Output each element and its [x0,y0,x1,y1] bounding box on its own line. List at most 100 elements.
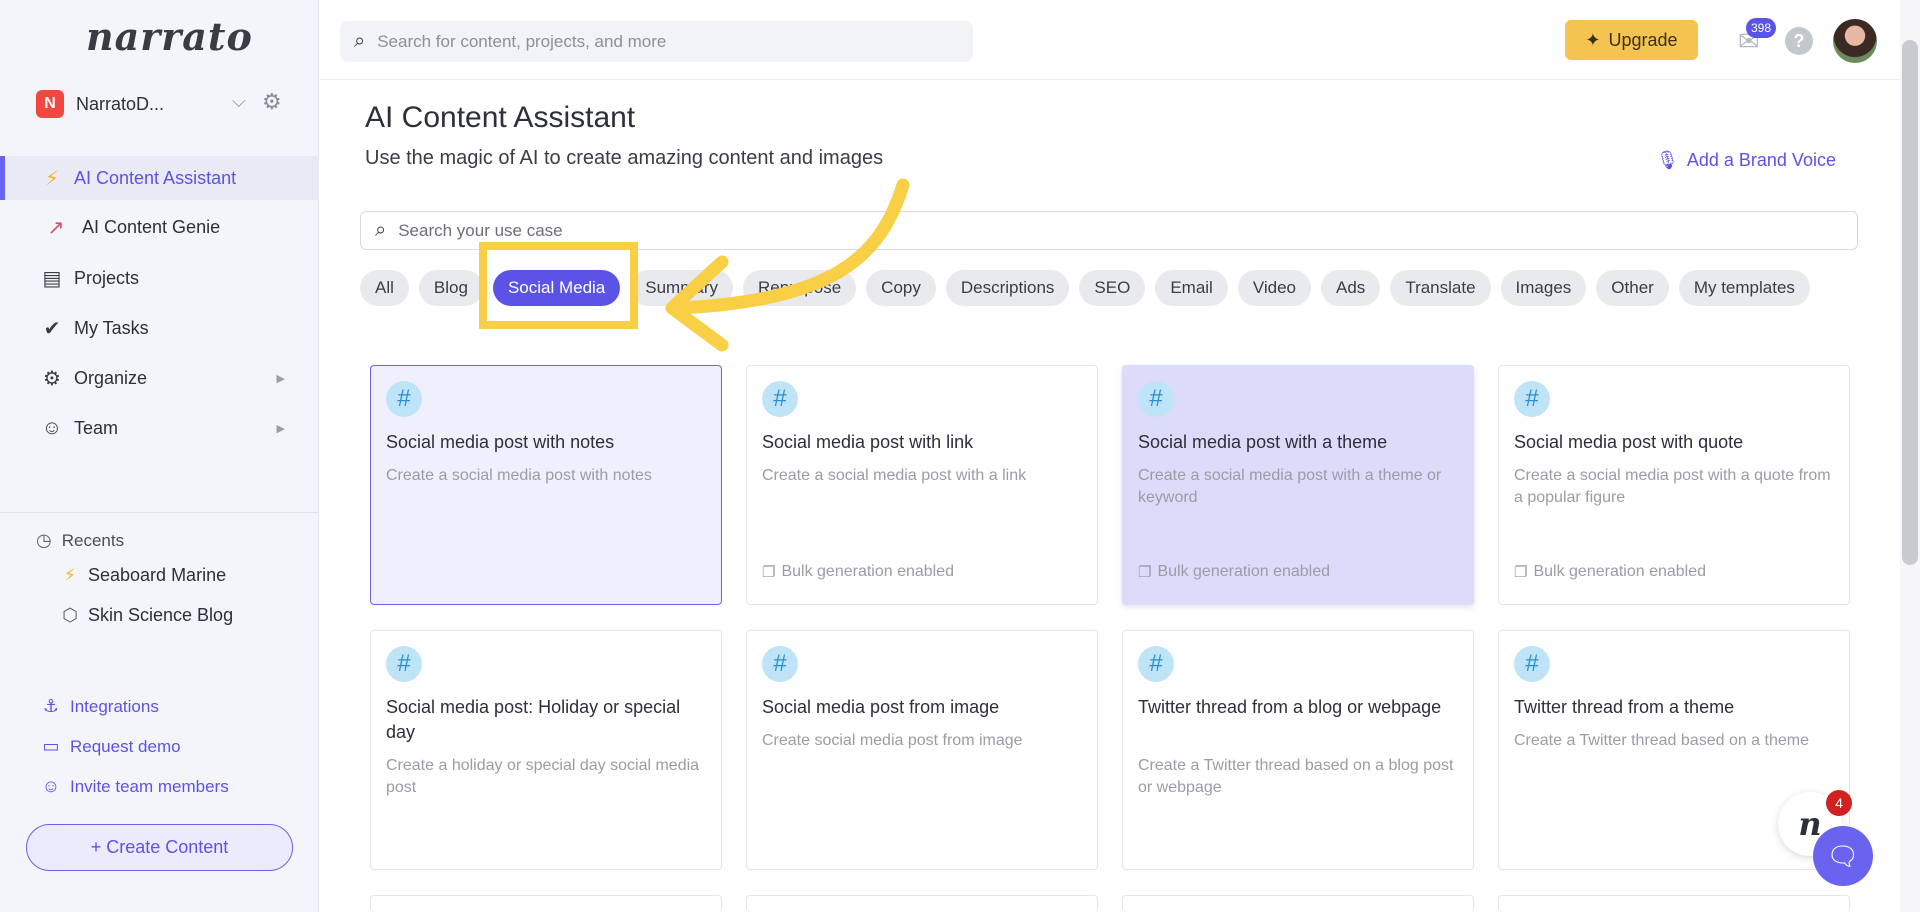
card-description: Create a Twitter thread based on a theme [1514,732,1809,749]
filter-blog[interactable]: Blog [418,270,483,306]
copy-icon: ❐ [1514,564,1528,581]
scrollbar-thumb[interactable] [1902,40,1918,565]
sidebar-item-label: Team [74,417,119,438]
card-description: Create a social media post with a theme … [1138,467,1442,506]
filter-other[interactable]: Other [1596,270,1669,306]
template-card[interactable]: # Social media post with a theme Create … [1122,365,1474,605]
chat-icon: 🗨︎ [1826,840,1860,871]
template-card[interactable]: # Social media post with notes Create a … [370,365,722,605]
unread-count-badge: 4 [1826,790,1852,816]
link-label: Integrations [70,696,159,716]
upgrade-button[interactable]: ✦ Upgrade [1565,20,1698,60]
hashtag-icon: # [386,646,422,682]
card-title: Social media post with a theme [1138,432,1388,452]
chevron-down-icon[interactable]: ⌵ [232,91,246,112]
gear-icon[interactable]: ⚙ [262,89,282,115]
recent-item[interactable]: ⚡ Seaboard Marine [60,565,226,586]
template-card-partial[interactable] [746,895,1098,912]
sidebar-item-label: AI Content Assistant [74,167,237,188]
card-title: Social media post from image [762,697,1000,717]
card-title: Social media post with link [762,432,974,452]
card-title: Social media post: Holiday or special da… [386,697,681,742]
sidebar-item-ai-content-assistant[interactable]: ⚡ AI Content Assistant [0,156,319,200]
upgrade-label: Upgrade [1608,29,1678,50]
integrations-link[interactable]: ⚓ Integrations [40,696,159,717]
avatar[interactable] [1833,19,1877,63]
hashtag-icon: # [386,381,422,417]
filter-email[interactable]: Email [1155,270,1228,306]
card-description: Create a holiday or special day social m… [386,757,700,796]
cube-icon: ⬡ [62,605,78,625]
card-title: Social media post with quote [1514,432,1744,452]
sidebar-item-projects[interactable]: ▤ Projects [0,256,319,300]
workspace-name: NarratoD... [76,93,165,114]
recent-item-label: Seaboard Marine [88,565,227,585]
mail-count-badge: 398 [1746,18,1777,38]
filter-all[interactable]: All [360,270,409,306]
invite-team-link[interactable]: ☺ Invite team members [40,776,229,797]
narrato-logo[interactable]: narrato [86,14,253,59]
add-brand-voice-link[interactable]: 🎙︎ Add a Brand Voice [1656,150,1836,171]
template-card[interactable]: # Social media post with quote Create a … [1498,365,1850,605]
card-title: Twitter thread from a blog or webpage [1138,697,1442,717]
filter-images[interactable]: Images [1500,270,1587,306]
global-search[interactable]: ⌕ [340,21,973,62]
template-card-partial[interactable] [370,895,722,912]
template-card-partial[interactable] [1122,895,1474,912]
filter-ads[interactable]: Ads [1321,270,1381,306]
expand-arrow-icon[interactable]: ▶ [277,422,285,435]
filter-descriptions[interactable]: Descriptions [945,270,1070,306]
filter-my-templates[interactable]: My templates [1678,270,1810,306]
link-label: Request demo [70,736,181,756]
sidebar-item-label: AI Content Genie [82,216,221,237]
brand-voice-label: Add a Brand Voice [1686,150,1836,170]
filter-translate[interactable]: Translate [1390,270,1491,306]
filter-repurpose[interactable]: Repurpose [743,270,857,306]
checks-icon: ✔ [43,317,61,340]
hashtag-icon: # [762,646,798,682]
card-description: Create a Twitter thread based on a blog … [1138,757,1454,796]
sidebar-item-organize[interactable]: ⚙ Organize ▶ [0,356,319,400]
team-icon: ☺ [41,416,63,439]
filter-summary[interactable]: Summary [630,270,733,306]
request-demo-link[interactable]: ▭ Request demo [40,736,181,757]
sidebar-item-ai-content-genie[interactable]: ↗ AI Content Genie [0,205,319,249]
clock-icon: ◷ [36,530,52,550]
sidebar-item-my-tasks[interactable]: ✔ My Tasks [0,306,319,350]
recent-item[interactable]: ⬡ Skin Science Blog [60,605,233,626]
filter-seo[interactable]: SEO [1079,270,1146,306]
copy-icon: ❐ [1138,564,1152,581]
global-search-input[interactable] [377,31,918,52]
bulk-generation-note: ❐ Bulk generation enabled [762,563,954,581]
workspace-switcher[interactable]: N NarratoD... ⌵ ⚙ [36,89,286,119]
sidebar-item-label: Organize [74,367,148,388]
filter-video[interactable]: Video [1237,270,1312,306]
sidebar-item-team[interactable]: ☺ Team ▶ [0,406,319,450]
bulk-label: Bulk generation enabled [1533,563,1707,580]
template-card[interactable]: # Twitter thread from a blog or webpage … [1122,630,1474,870]
help-icon[interactable]: ? [1785,27,1813,55]
sparkle-icon: ✦ [1585,29,1601,50]
bulk-label: Bulk generation enabled [1157,563,1331,580]
template-card-partial[interactable] [1498,895,1850,912]
annotation-highlight-box [479,242,638,329]
hashtag-icon: # [1138,381,1174,417]
rocket-icon: ↗ [47,216,65,239]
expand-arrow-icon[interactable]: ▶ [277,372,285,385]
template-card[interactable]: # Social media post from image Create so… [746,630,1098,870]
template-card[interactable]: # Social media post with link Create a s… [746,365,1098,605]
sidebar: narrato N NarratoD... ⌵ ⚙ ⚡ AI Content A… [0,0,319,912]
microphone-icon: 🎙︎ [1656,150,1679,170]
template-card[interactable]: # Social media post: Holiday or special … [370,630,722,870]
topbar-divider [320,79,1900,80]
chat-button[interactable]: 🗨︎ [1813,826,1873,886]
page-subtitle: Use the magic of AI to create amazing co… [365,147,884,169]
sidebar-item-label: My Tasks [74,317,149,338]
hashtag-icon: # [762,381,798,417]
filter-copy[interactable]: Copy [866,270,936,306]
monitor-icon: ▭ [42,736,60,756]
sidebar-divider [0,512,319,513]
recents-title: Recents [61,530,125,550]
create-content-button[interactable]: + Create Content [26,824,293,871]
usecase-search-input[interactable] [398,220,1799,241]
